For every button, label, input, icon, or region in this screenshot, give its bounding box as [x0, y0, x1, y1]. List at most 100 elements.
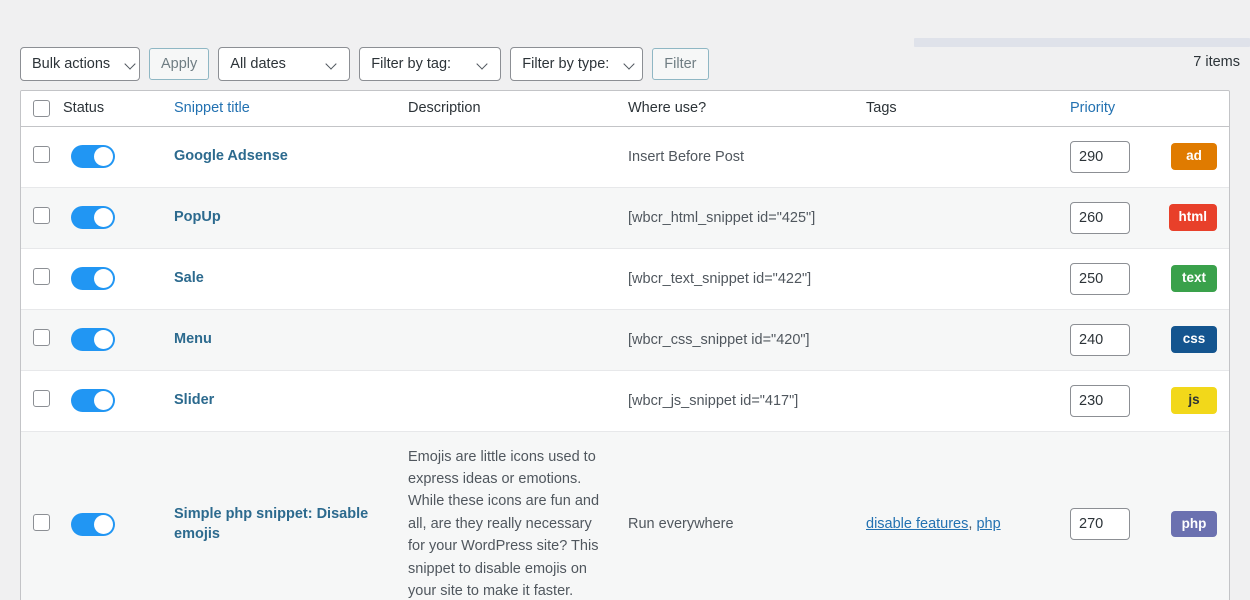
row-priority-cell: [1058, 126, 1153, 187]
row-type-cell: ad: [1153, 126, 1229, 187]
row-checkbox[interactable]: [33, 513, 50, 531]
status-toggle[interactable]: [71, 328, 115, 351]
toggle-knob: [94, 330, 113, 349]
row-description-cell: [398, 126, 618, 187]
bulk-actions-label: Bulk actions: [32, 55, 111, 72]
row-type-cell: php: [1153, 430, 1229, 600]
snippet-title-link[interactable]: Google Adsense: [174, 146, 288, 166]
table-row: PopUp [wbcr_html_snippet id="425"] html: [21, 186, 1229, 248]
status-toggle[interactable]: [71, 267, 115, 290]
table-header: Status Snippet title Description Where u…: [21, 91, 1229, 127]
row-priority-cell: [1058, 430, 1153, 600]
filter-button[interactable]: Filter: [652, 48, 709, 80]
priority-input[interactable]: [1070, 262, 1130, 295]
row-tags-cell: [848, 369, 1058, 431]
type-filter-select[interactable]: Filter by type:: [510, 47, 644, 81]
status-toggle[interactable]: [71, 145, 115, 168]
snippets-table-wrapper: Status Snippet title Description Where u…: [20, 90, 1230, 600]
row-checkbox[interactable]: [33, 146, 50, 163]
priority-input[interactable]: [1070, 323, 1130, 356]
row-select-cell: [21, 186, 63, 248]
header-snippet-title[interactable]: Snippet title: [158, 91, 398, 127]
row-select-cell: [21, 369, 63, 431]
row-status-cell: [63, 186, 158, 248]
row-type-cell: html: [1153, 186, 1229, 248]
row-tags-cell: [848, 247, 1058, 309]
snippet-title-link[interactable]: Simple php snippet: Disable emojis: [174, 504, 384, 545]
items-count: 7 items: [1193, 54, 1240, 70]
select-all-checkbox[interactable]: [33, 99, 50, 117]
row-priority-cell: [1058, 308, 1153, 370]
list-toolbar: Bulk actions Apply All dates Filter by t…: [20, 47, 709, 81]
date-filter-select[interactable]: All dates: [218, 47, 351, 81]
row-tags-cell: disable features, php: [848, 430, 1058, 600]
snippet-title-link[interactable]: Sale: [174, 268, 204, 288]
tag-link[interactable]: php: [976, 516, 1000, 532]
row-description-cell: [398, 369, 618, 431]
chevron-down-icon: [126, 59, 137, 70]
priority-input[interactable]: [1070, 384, 1130, 417]
row-select-cell: [21, 308, 63, 370]
header-status: Status: [63, 91, 158, 127]
row-description-cell: Emojis are little icons used to express …: [398, 430, 618, 600]
row-type-cell: js: [1153, 369, 1229, 431]
row-checkbox[interactable]: [33, 329, 50, 346]
row-select-cell: [21, 126, 63, 187]
row-select-cell: [21, 247, 63, 309]
table-row: Sale [wbcr_text_snippet id="422"] text: [21, 247, 1229, 309]
row-where-use-cell: Run everywhere: [618, 430, 848, 600]
row-tags-cell: [848, 126, 1058, 187]
row-description-cell: [398, 186, 618, 248]
apply-button[interactable]: Apply: [149, 48, 210, 80]
row-where-use-cell: Insert Before Post: [628, 148, 745, 165]
row-title-cell: Slider: [158, 369, 398, 431]
tag-filter-select[interactable]: Filter by tag:: [359, 47, 502, 81]
row-type-cell: text: [1153, 247, 1229, 309]
row-title-cell: Simple php snippet: Disable emojis: [158, 430, 398, 600]
snippet-title-link[interactable]: Menu: [174, 329, 212, 349]
snippet-title-link[interactable]: PopUp: [174, 207, 221, 227]
row-type-cell: css: [1153, 308, 1229, 370]
header-priority[interactable]: Priority: [1058, 91, 1153, 127]
row-title-cell: PopUp: [158, 186, 398, 248]
type-filter-label: Filter by type:: [522, 55, 610, 72]
row-status-cell: [63, 369, 158, 431]
row-title-cell: Sale: [158, 247, 398, 309]
chevron-down-icon: [625, 59, 636, 70]
type-badge: html: [1168, 204, 1217, 231]
row-status-cell: [63, 308, 158, 370]
table-row: Simple php snippet: Disable emojis Emojis…: [21, 430, 1229, 600]
horizontal-scrollbar[interactable]: [914, 38, 1250, 47]
tag-link[interactable]: disable features: [866, 516, 968, 532]
table-row: Menu [wbcr_css_snippet id="420"] css: [21, 308, 1229, 370]
row-checkbox[interactable]: [33, 390, 50, 407]
snippets-table: Status Snippet title Description Where u…: [21, 91, 1229, 600]
row-checkbox[interactable]: [33, 207, 50, 224]
row-description-cell: [398, 247, 618, 309]
row-title-cell: Menu: [158, 308, 398, 370]
row-title-cell: Google Adsense: [158, 126, 398, 187]
row-checkbox[interactable]: [33, 268, 50, 285]
toggle-knob: [94, 391, 113, 410]
status-toggle[interactable]: [71, 206, 115, 229]
priority-input[interactable]: [1070, 201, 1130, 234]
row-status-cell: [63, 126, 158, 187]
header-where-use: Where use?: [618, 91, 848, 127]
row-where-use-cell: [wbcr_text_snippet id="422"]: [618, 247, 848, 309]
priority-input[interactable]: [1070, 140, 1130, 173]
type-badge: text: [1171, 265, 1217, 292]
status-toggle[interactable]: [71, 512, 115, 536]
bulk-actions-select[interactable]: Bulk actions: [20, 47, 140, 81]
type-badge: php: [1171, 511, 1217, 538]
priority-input[interactable]: [1070, 508, 1130, 541]
table-row: Slider [wbcr_js_snippet id="417"] js: [21, 369, 1229, 431]
toggle-knob: [94, 269, 113, 288]
chevron-down-icon: [478, 59, 489, 70]
snippet-title-link[interactable]: Slider: [174, 390, 214, 410]
row-status-cell: [63, 247, 158, 309]
snippets-list-page: Bulk actions Apply All dates Filter by t…: [0, 0, 1250, 600]
select-all-header: [21, 91, 63, 127]
status-toggle[interactable]: [71, 389, 115, 412]
toggle-knob: [94, 147, 113, 166]
type-badge: js: [1171, 387, 1217, 414]
